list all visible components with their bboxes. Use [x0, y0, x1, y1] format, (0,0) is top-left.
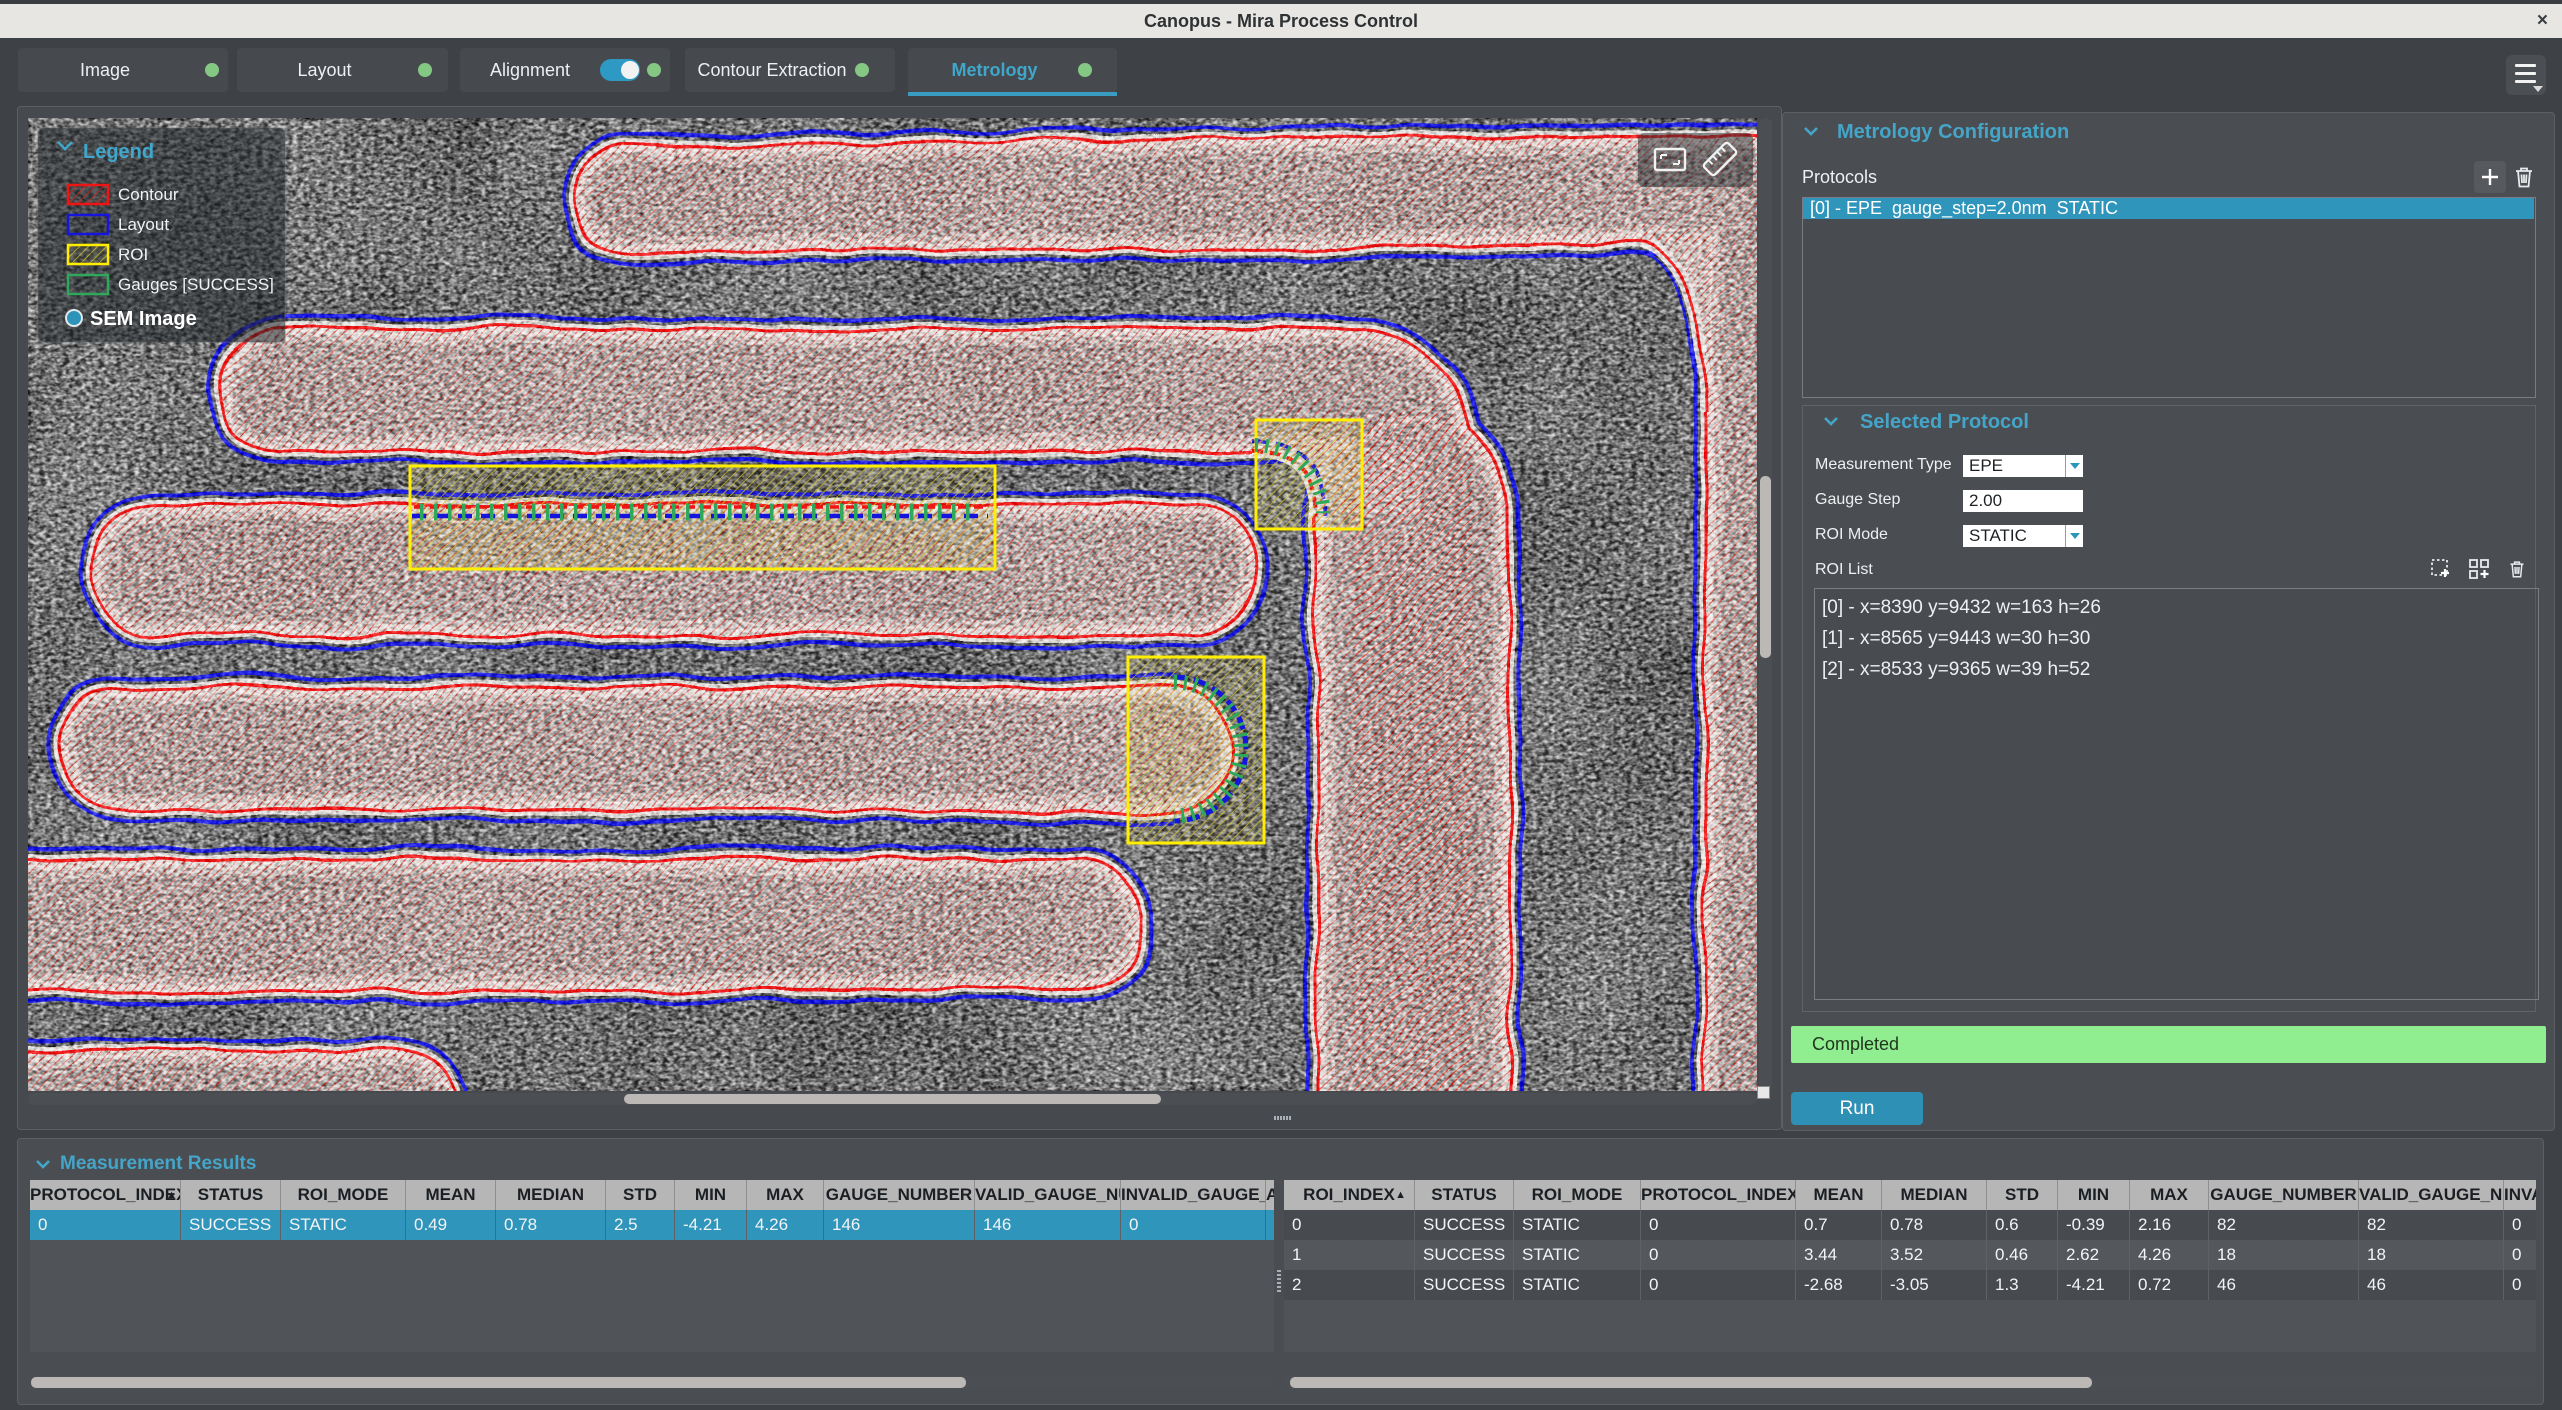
svg-text:ROI: ROI — [118, 245, 148, 264]
svg-text:SEM Image: SEM Image — [90, 308, 197, 330]
svg-text:Layout: Layout — [118, 215, 169, 234]
svg-text:Legend: Legend — [83, 141, 154, 163]
svg-text:Contour: Contour — [118, 185, 179, 204]
svg-text:Gauges [SUCCESS]: Gauges [SUCCESS] — [118, 275, 274, 294]
